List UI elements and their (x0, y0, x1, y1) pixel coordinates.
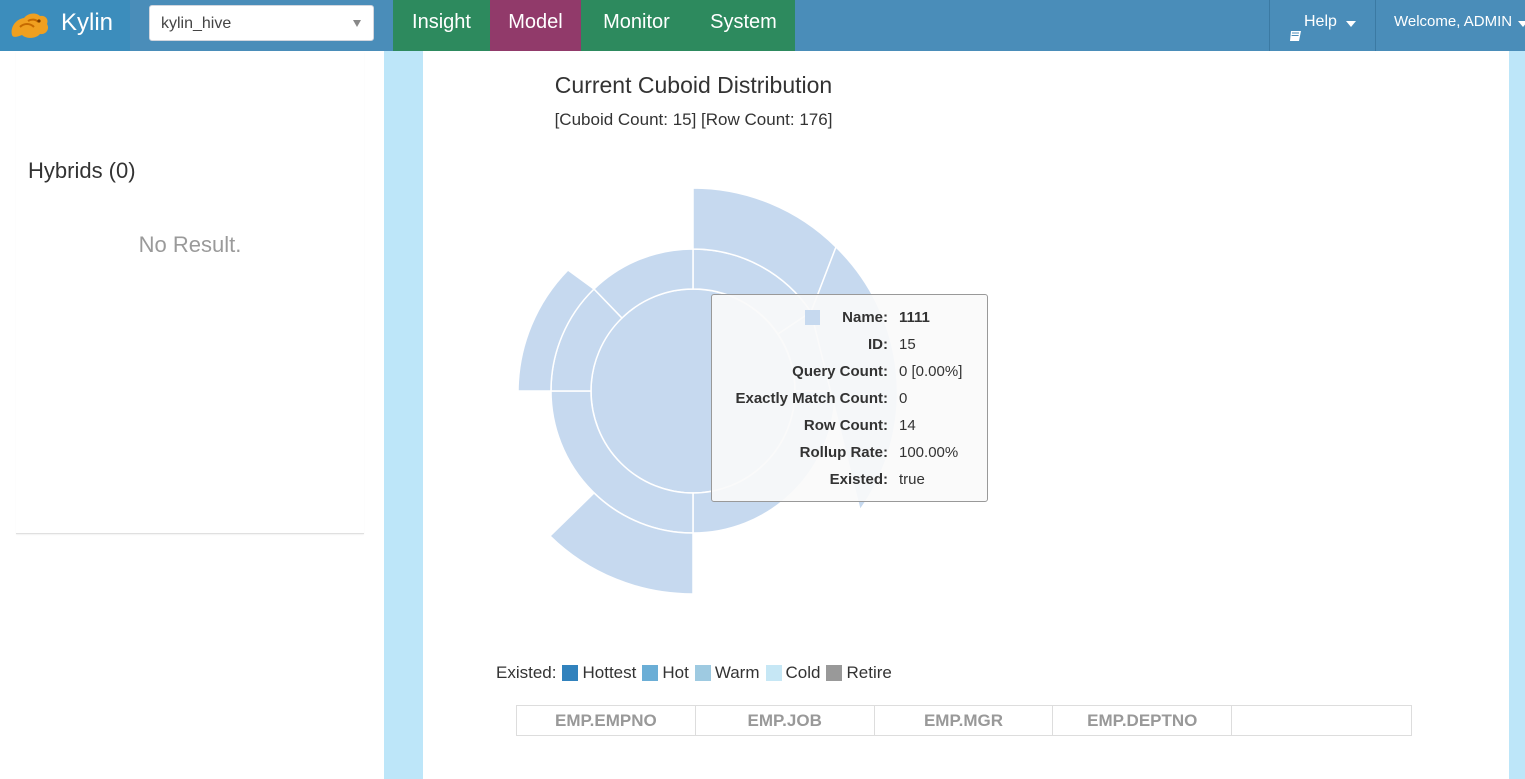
tooltip-key: Exactly Match Count: (735, 390, 888, 407)
legend-label-retire: Retire (846, 663, 892, 682)
caret-down-icon (1518, 21, 1525, 27)
tab-insight[interactable]: Insight (393, 0, 490, 51)
legend-label-hottest: Hottest (582, 663, 637, 682)
legend-swatch-warm (694, 665, 711, 681)
legend-swatch-retire (826, 665, 843, 681)
tooltip-key: ID: (868, 336, 888, 353)
tooltip-key: Row Count: (803, 417, 888, 434)
tab-monitor[interactable]: Monitor (581, 0, 692, 51)
top-navbar: Kylin kylin_hive Insight Model Monitor S… (0, 0, 1525, 51)
help-label: Help (1304, 13, 1337, 30)
tab-monitor-label: Monitor (603, 11, 670, 33)
legend-label-warm: Warm (714, 663, 760, 682)
tooltip-row-id: ID: 15 (712, 336, 989, 356)
welcome-label: Welcome, ADMIN (1394, 13, 1513, 30)
legend-label-cold: Cold (785, 663, 821, 682)
dimension-column-header[interactable] (1232, 706, 1411, 735)
dimension-column-header[interactable]: EMP.DEPTNO (1053, 706, 1233, 735)
legend-swatch-hot (642, 665, 659, 681)
hybrids-panel: Hybrids (0) No Result. (16, 51, 364, 534)
tooltip-value: true (899, 471, 925, 488)
kylin-logo-icon (11, 13, 49, 38)
brand[interactable]: Kylin (0, 0, 130, 51)
tooltip-row-exact-match: Exactly Match Count: 0 (712, 390, 989, 410)
help-menu[interactable]: Help (1270, 0, 1375, 51)
caret-down-icon (1346, 21, 1356, 27)
legend-swatch-cold (765, 665, 782, 681)
tooltip-row-rollup-rate: Rollup Rate: 100.00% (712, 444, 989, 464)
legend-swatch-hottest (562, 665, 579, 681)
book-icon (1289, 16, 1302, 41)
tab-insight-label: Insight (412, 11, 471, 33)
user-menu[interactable]: Welcome, ADMIN (1376, 0, 1525, 51)
chevron-down-icon (353, 20, 361, 27)
tooltip-key: Query Count: (792, 363, 888, 380)
chart-title: Current Cuboid Distribution (554, 72, 833, 98)
tooltip-row-row-count: Row Count: 14 (712, 417, 989, 437)
project-select-value: kylin_hive (161, 15, 232, 32)
empty-state: No Result. (138, 232, 242, 257)
hybrids-title: Hybrids (0) (28, 158, 136, 183)
brand-name: Kylin (61, 9, 114, 36)
main-menu: Insight Model Monitor System (393, 0, 795, 51)
tooltip-value: 100.00% (899, 444, 959, 461)
dimension-column-header[interactable]: EMP.EMPNO (517, 706, 696, 735)
dimension-column-header[interactable]: EMP.MGR (875, 706, 1054, 735)
tooltip-value: 0 (899, 390, 908, 407)
dimension-column-header[interactable]: EMP.JOB (696, 706, 875, 735)
tooltip-key: Existed: (829, 471, 888, 488)
legend-label-hot: Hot (662, 663, 689, 682)
dimension-header-table: EMP.EMPNO EMP.JOB EMP.MGR EMP.DEPTNO (516, 705, 1412, 736)
tooltip-row-query-count: Query Count: 0 [0.00%] (712, 363, 989, 383)
tooltip-value: 15 (899, 336, 916, 353)
tooltip-value: 14 (899, 417, 916, 434)
tooltip-key: Name: (842, 309, 888, 326)
project-select[interactable]: kylin_hive (149, 5, 374, 41)
tooltip-row-existed: Existed: true (712, 471, 989, 491)
chart-subtitle: [Cuboid Count: 15] [Row Count: 176] (554, 110, 833, 129)
tab-system[interactable]: System (692, 0, 795, 51)
tooltip-row-name: Name: 1111 (712, 309, 989, 329)
tooltip-value: 0 [0.00%] (899, 363, 963, 380)
chart-legend: Existed: Hottest Hot Warm Cold Retire (496, 662, 892, 684)
tab-model-label: Model (508, 11, 563, 33)
legend-prefix: Existed: (496, 663, 557, 682)
tooltip-key: Rollup Rate: (799, 444, 888, 461)
tab-system-label: System (710, 11, 777, 33)
tab-model[interactable]: Model (490, 0, 581, 51)
tooltip-value: 1111 (899, 309, 930, 326)
cuboid-tooltip: Name: 1111 ID: 15 Query Count: 0 [0.00%]… (711, 294, 988, 502)
